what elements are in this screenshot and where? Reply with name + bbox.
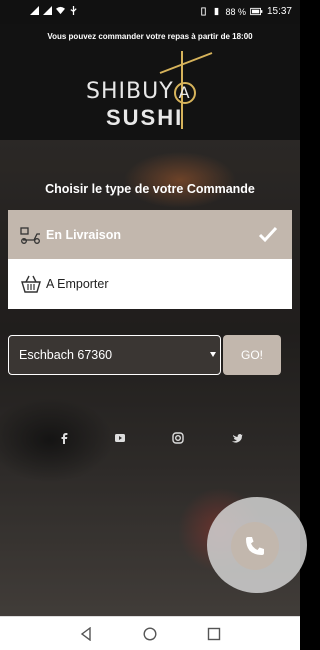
call-button[interactable] [231, 522, 279, 570]
scooter-icon [20, 227, 40, 244]
vibrate-icon [201, 7, 207, 16]
logo-top-line: SHIBUY A [86, 79, 196, 104]
status-bar: 88 % 15:37 [0, 0, 300, 24]
facebook-icon[interactable] [57, 432, 71, 446]
battery-icon [215, 7, 219, 16]
status-icons-right: 88 % 15:37 [199, 6, 292, 17]
wifi-icon [56, 6, 65, 15]
takeaway-option[interactable]: A Emporter [8, 259, 292, 309]
recents-icon[interactable] [207, 627, 221, 641]
clock: 15:37 [266, 6, 292, 17]
usb-icon [70, 6, 77, 15]
basket-icon [21, 275, 41, 293]
takeaway-label: A Emporter [46, 277, 109, 291]
check-icon [258, 226, 278, 243]
battery-bar-icon [250, 7, 263, 16]
delivery-option[interactable]: En Livraison [8, 210, 292, 260]
battery-level: 88 % [225, 6, 246, 17]
youtube-icon[interactable] [113, 432, 127, 446]
instagram-icon[interactable] [171, 432, 185, 446]
status-icons-left [30, 6, 78, 15]
city-select[interactable]: Eschbach 67360 [8, 335, 221, 375]
delivery-label: En Livraison [46, 228, 122, 242]
phone-icon [246, 537, 264, 555]
twitter-icon[interactable] [230, 432, 244, 446]
go-button[interactable]: GO! [223, 335, 281, 375]
system-nav-bar [0, 616, 300, 650]
city-select-value: Eschbach 67360 [19, 348, 113, 362]
home-icon[interactable] [143, 627, 157, 641]
opening-notice: Vous pouvez commander votre repas à part… [47, 32, 253, 41]
back-icon[interactable] [79, 627, 93, 641]
order-type-title: Choisir le type de votre Commande [45, 182, 255, 196]
signal-icon [30, 6, 39, 15]
chevron-down-icon [210, 352, 216, 357]
shibuya-sushi-logo[interactable]: SHIBUY A SUSHI [82, 49, 222, 131]
app-header: Vous pouvez commander votre repas à part… [0, 24, 300, 140]
signal-icon [43, 6, 52, 15]
logo-bottom-line: SUSHI [106, 105, 184, 130]
